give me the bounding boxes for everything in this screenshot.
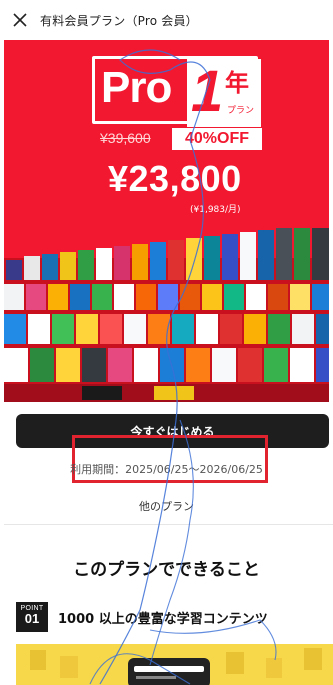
page-title: 有料会員プラン（Pro 会員） <box>40 13 198 28</box>
content-preview-graphic <box>16 644 333 685</box>
sale-price: ¥23,800 <box>108 158 242 199</box>
point-number: 01 <box>24 611 40 626</box>
content-preview-image <box>16 644 333 685</box>
plan-word: プラン <box>227 106 255 116</box>
usage-period: 利用期間：2025/06/25〜2026/06/25 <box>70 463 263 476</box>
point-badge: POINT 01 <box>16 602 48 632</box>
original-price: ¥39,600 <box>100 130 151 146</box>
book-collage-graphic <box>4 228 329 402</box>
other-plans-link[interactable]: 他のプラン <box>0 498 333 514</box>
book-collage-image <box>4 228 329 402</box>
section-title: このプランでできること <box>73 560 260 580</box>
close-icon <box>13 13 27 27</box>
duration-number: 1 <box>191 59 224 124</box>
pro-label: Pro <box>101 63 172 112</box>
point-title: 1000 以上の豊富な学習コンテンツ <box>58 612 268 627</box>
pro-plan-banner: Pro 1 年 プラン ¥39,600 40%OFF ¥23,800 (¥1,9… <box>4 40 329 402</box>
discount-badge: 40%OFF <box>172 128 262 150</box>
duration-unit: 年 <box>225 69 249 97</box>
monthly-price: (¥1,983/月) <box>190 205 241 215</box>
app-header: 有料会員プラン（Pro 会員） <box>0 0 333 40</box>
pro-logo-box: Pro 1 年 プラン <box>92 56 261 127</box>
close-button[interactable] <box>0 0 40 40</box>
section-divider <box>4 524 333 525</box>
